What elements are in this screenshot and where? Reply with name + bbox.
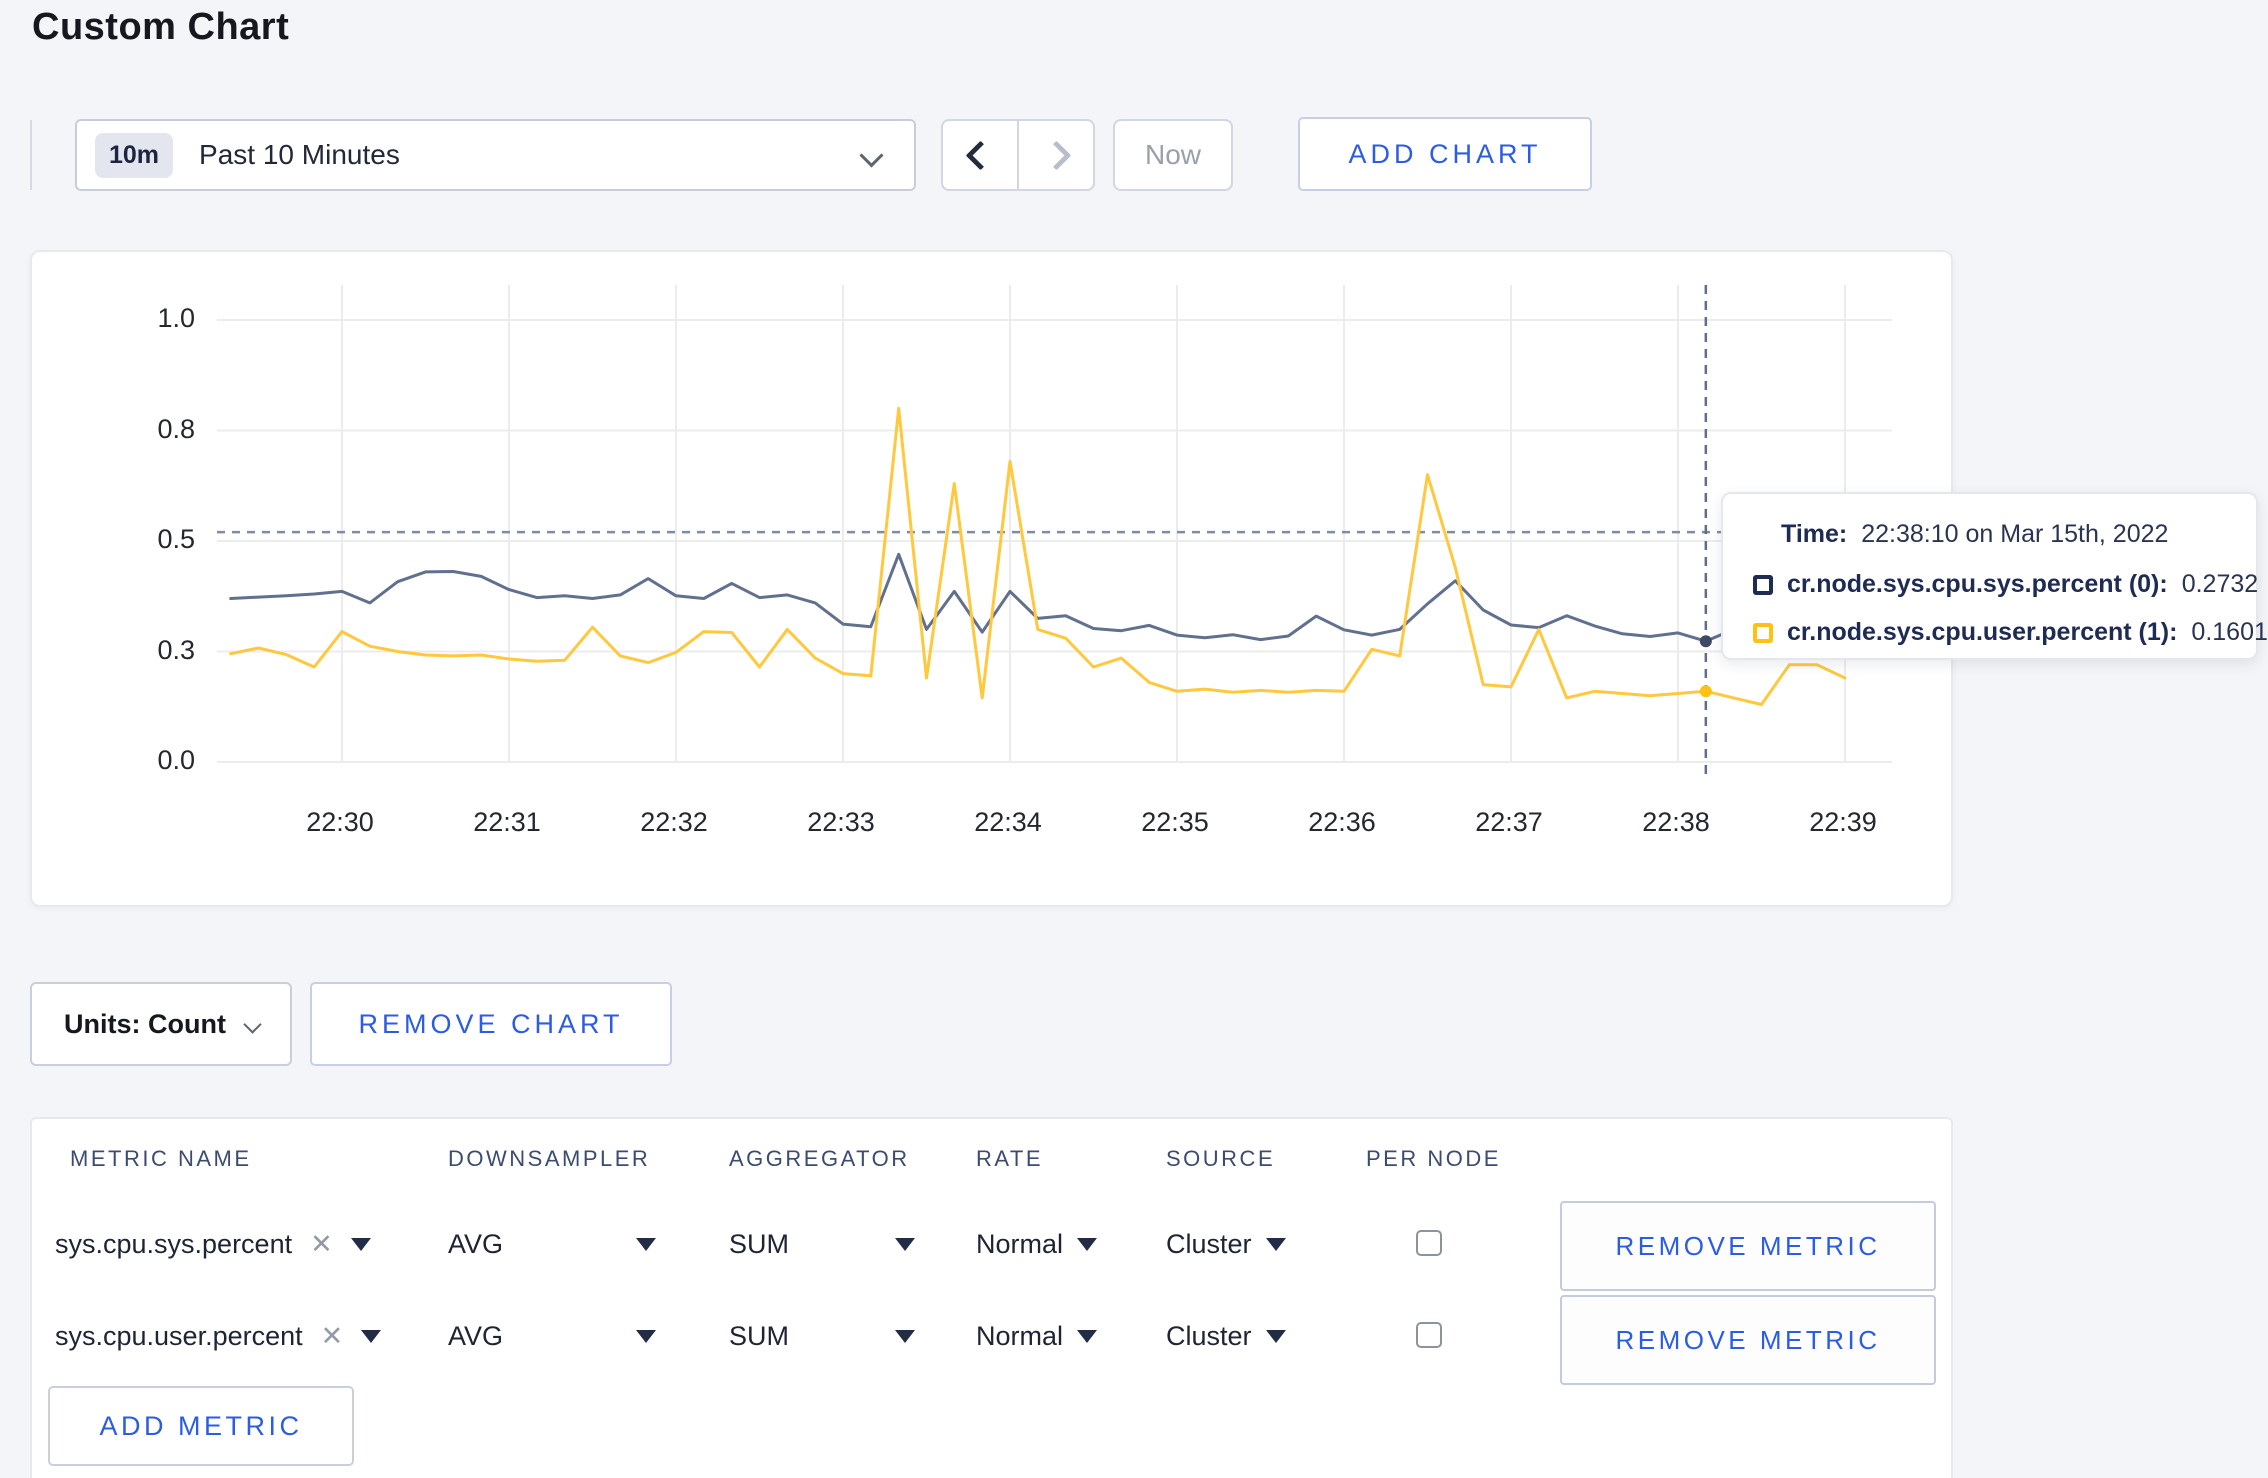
chevron-left-icon <box>965 140 995 170</box>
remove-metric-button[interactable]: REMOVE METRIC <box>1560 1201 1936 1291</box>
clear-metric-icon[interactable]: ✕ <box>321 1321 344 1352</box>
rate-value: Normal <box>976 1228 1064 1259</box>
time-range-select[interactable]: 10m Past 10 Minutes <box>75 119 916 191</box>
time-range-label: Past 10 Minutes <box>199 139 400 170</box>
rate-select[interactable]: Normal <box>976 1300 1098 1372</box>
downsampler-select[interactable]: AVG <box>448 1300 656 1372</box>
downsampler-value: AVG <box>448 1320 504 1351</box>
x-tick-label: 22:34 <box>974 807 1042 837</box>
x-tick-label: 22:30 <box>306 807 374 837</box>
tooltip-series-name: cr.node.sys.cpu.sys.percent (0): <box>1787 570 2168 598</box>
tooltip-time-label: Time: <box>1781 520 1848 548</box>
add-metric-button[interactable]: ADD METRIC <box>48 1386 354 1466</box>
downsampler-value: AVG <box>448 1228 504 1259</box>
units-select-label: Units: Count <box>64 1008 226 1039</box>
source-value: Cluster <box>1166 1320 1252 1351</box>
chevron-down-icon <box>243 1014 262 1034</box>
aggregator-select[interactable]: SUM <box>729 1208 915 1280</box>
remove-metric-label: REMOVE METRIC <box>1615 1230 1881 1261</box>
remove-metric-button[interactable]: REMOVE METRIC <box>1560 1295 1936 1385</box>
per-node-checkbox[interactable] <box>1416 1230 1442 1256</box>
x-tick-label: 22:33 <box>807 807 875 837</box>
remove-chart-label: REMOVE CHART <box>358 1008 624 1039</box>
remove-metric-label: REMOVE METRIC <box>1615 1324 1881 1355</box>
dropdown-caret-icon <box>1077 1237 1098 1251</box>
dropdown-caret-icon <box>1265 1329 1286 1343</box>
downsampler-select[interactable]: AVG <box>448 1208 656 1280</box>
rate-value: Normal <box>976 1320 1064 1351</box>
add-chart-button[interactable]: ADD CHART <box>1298 117 1592 191</box>
now-button-label: Now <box>1144 139 1201 170</box>
per-node-checkbox[interactable] <box>1416 1322 1442 1348</box>
column-header-rate: RATE <box>976 1146 1044 1171</box>
tooltip-series-value: 0.2732 <box>2181 570 2259 598</box>
dropdown-caret-icon <box>1265 1237 1286 1251</box>
dropdown-caret-icon <box>361 1329 382 1343</box>
column-header-aggregator: AGGREGATOR <box>729 1146 910 1171</box>
source-select[interactable]: Cluster <box>1166 1208 1286 1280</box>
prev-range-button[interactable] <box>943 121 1019 189</box>
time-range-badge: 10m <box>95 132 174 178</box>
rate-select[interactable]: Normal <box>976 1208 1098 1280</box>
x-tick-label: 22:37 <box>1475 807 1543 837</box>
custom-chart-page: Custom Chart 10m Past 10 Minutes Now ADD… <box>0 0 2268 1478</box>
add-chart-label: ADD CHART <box>1348 138 1542 169</box>
source-value: Cluster <box>1166 1228 1252 1259</box>
column-header-downsampler: DOWNSAMPLER <box>448 1146 651 1171</box>
tooltip-series-value: 0.1601 <box>2191 618 2268 646</box>
x-tick-label: 22:31 <box>473 807 541 837</box>
aggregator-value: SUM <box>729 1320 789 1351</box>
time-nav-group <box>941 119 1095 191</box>
chevron-right-icon <box>1041 140 1071 170</box>
column-header-metric-name: METRIC NAME <box>70 1146 252 1171</box>
y-tick-label: 0.5 <box>157 524 195 554</box>
x-tick-label: 22:32 <box>640 807 708 837</box>
column-header-source: SOURCE <box>1166 1146 1276 1171</box>
chevron-down-icon <box>859 143 884 168</box>
aggregator-select[interactable]: SUM <box>729 1300 915 1372</box>
dropdown-caret-icon <box>350 1237 371 1251</box>
metric-name-select[interactable]: sys.cpu.sys.percent ✕ <box>55 1208 371 1280</box>
metric-name-value: sys.cpu.sys.percent <box>55 1228 293 1259</box>
next-range-button[interactable] <box>1019 121 1093 189</box>
y-tick-label: 0.0 <box>157 745 195 775</box>
series-swatch-user <box>1753 622 1773 643</box>
now-button[interactable]: Now <box>1113 119 1233 191</box>
dropdown-caret-icon <box>895 1237 915 1251</box>
source-select[interactable]: Cluster <box>1166 1300 1286 1372</box>
tooltip-time-value: 22:38:10 on Mar 15th, 2022 <box>1861 520 2169 548</box>
clear-metric-icon[interactable]: ✕ <box>310 1229 333 1260</box>
chart-tooltip: Time: 22:38:10 on Mar 15th, 2022 cr.node… <box>1721 492 2268 660</box>
metric-name-value: sys.cpu.user.percent <box>55 1320 303 1351</box>
remove-chart-button[interactable]: REMOVE CHART <box>310 982 672 1066</box>
x-tick-label: 22:35 <box>1141 807 1209 837</box>
units-select[interactable]: Units: Count <box>30 982 292 1066</box>
series-swatch-sys <box>1753 574 1773 595</box>
metric-name-select[interactable]: sys.cpu.user.percent ✕ <box>55 1300 382 1372</box>
y-tick-label: 0.8 <box>157 414 195 444</box>
column-header-per-node: PER NODE <box>1366 1146 1501 1171</box>
x-tick-label: 22:39 <box>1809 807 1877 837</box>
dropdown-caret-icon <box>636 1237 656 1251</box>
y-tick-label: 0.3 <box>157 635 195 665</box>
x-tick-label: 22:36 <box>1308 807 1376 837</box>
x-tick-label: 22:38 <box>1642 807 1710 837</box>
toolbar-divider <box>30 120 32 190</box>
dropdown-caret-icon <box>636 1329 656 1343</box>
y-tick-label: 1.0 <box>157 303 195 333</box>
dropdown-caret-icon <box>895 1329 915 1343</box>
dropdown-caret-icon <box>1077 1329 1098 1343</box>
aggregator-value: SUM <box>729 1228 789 1259</box>
add-metric-label: ADD METRIC <box>99 1410 303 1441</box>
tooltip-series-name: cr.node.sys.cpu.user.percent (1): <box>1787 618 2178 646</box>
page-title: Custom Chart <box>32 6 290 48</box>
